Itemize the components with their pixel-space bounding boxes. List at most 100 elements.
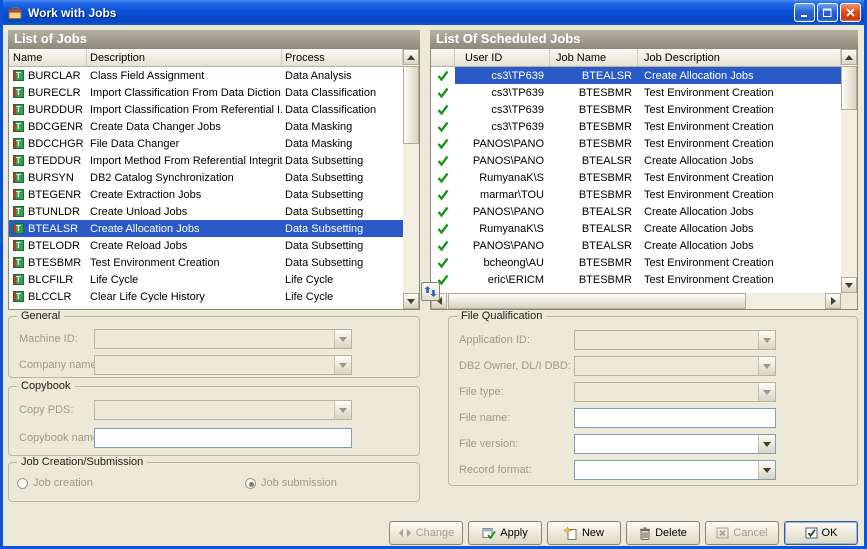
column-header-user-id[interactable]: User ID [455, 49, 550, 66]
scheduled-job-row[interactable]: PANOS\PANO BTEALSR Create Allocation Job… [431, 237, 841, 254]
scheduled-job-row[interactable]: eric\ERICM BTESBMR Test Environment Crea… [431, 271, 841, 288]
job-type-icon: T [13, 291, 24, 302]
column-header-status[interactable] [431, 49, 455, 66]
copybook-name-input[interactable] [94, 428, 352, 448]
column-header-process[interactable]: Process [282, 49, 403, 66]
scheduled-job-name: BTEALSR [550, 220, 638, 237]
scheduled-job-description: Create Allocation Jobs [638, 203, 841, 220]
general-group-title: General [17, 310, 64, 322]
job-row[interactable]: T BTELODR Create Reload Jobs Data Subset… [9, 237, 403, 254]
titlebar[interactable]: Work with Jobs [3, 0, 864, 25]
scroll-thumb[interactable] [448, 293, 746, 309]
column-header-job-name[interactable]: Job Name [550, 49, 638, 66]
close-button[interactable] [840, 3, 861, 22]
scroll-thumb[interactable] [403, 66, 419, 144]
scroll-right-button[interactable] [825, 293, 841, 309]
job-row[interactable]: T BDCGENR Create Data Changer Jobs Data … [9, 118, 403, 135]
dropdown-arrow-icon[interactable] [758, 461, 775, 479]
job-row[interactable]: T BLCCLR Clear Life Cycle History Life C… [9, 288, 403, 305]
apply-icon [482, 527, 496, 540]
scheduled-job-row[interactable]: cs3\TP639 BTESBMR Test Environment Creat… [431, 84, 841, 101]
column-header-name[interactable]: Name [9, 49, 87, 66]
scheduled-job-name: BTESBMR [550, 135, 638, 152]
job-row[interactable]: T BTESBMR Test Environment Creation Data… [9, 254, 403, 271]
job-name: BURSYN [28, 172, 74, 184]
job-process: Data Subsetting [282, 237, 403, 254]
delete-button[interactable]: Delete [626, 521, 700, 545]
scheduled-job-row[interactable]: PANOS\PANO BTEALSR Create Allocation Job… [431, 152, 841, 169]
copy-pds-label: Copy PDS: [19, 400, 73, 420]
new-button[interactable]: New [547, 521, 621, 545]
scheduled-job-row[interactable]: bcheong\AU BTESBMR Test Environment Crea… [431, 254, 841, 271]
job-row[interactable]: T BTUNLDR Create Unload Jobs Data Subset… [9, 203, 403, 220]
maximize-button[interactable] [817, 3, 838, 22]
job-row[interactable]: T BTEALSR Create Allocation Jobs Data Su… [9, 220, 403, 237]
job-row[interactable]: T BTEGENR Create Extraction Jobs Data Su… [9, 186, 403, 203]
column-header-description[interactable]: Description [87, 49, 282, 66]
scheduled-job-name: BTEALSR [550, 237, 638, 254]
scroll-up-button[interactable] [841, 49, 857, 65]
job-row[interactable]: T BURECLR Import Classification From Dat… [9, 84, 403, 101]
scheduled-job-row[interactable]: cs3\TP639 BTESBMR Test Environment Creat… [431, 118, 841, 135]
check-icon [437, 104, 449, 116]
scheduled-vertical-scrollbar[interactable] [841, 49, 857, 293]
window-title: Work with Jobs [28, 6, 116, 20]
file-version-combo[interactable] [574, 434, 776, 454]
job-description: Life Cycle [87, 271, 282, 288]
minimize-button[interactable] [794, 3, 815, 22]
job-name: BLCCLR [28, 291, 71, 303]
dropdown-arrow-icon [334, 330, 351, 348]
scheduled-job-description: Test Environment Creation [638, 101, 841, 118]
job-row[interactable]: T BTEDDUR Import Method From Referential… [9, 152, 403, 169]
scroll-down-button[interactable] [841, 277, 857, 293]
scroll-down-button[interactable] [403, 293, 419, 309]
scheduled-job-row[interactable]: cs3\TP639 BTESBMR Test Environment Creat… [431, 101, 841, 118]
job-process: Data Subsetting [282, 254, 403, 271]
transfer-job-button[interactable] [421, 282, 440, 301]
job-row[interactable]: T BURSYN DB2 Catalog Synchronization Dat… [9, 169, 403, 186]
job-row[interactable]: T BURDDUR Import Classification From Ref… [9, 101, 403, 118]
job-name: BDCCHGR [28, 138, 84, 150]
job-process: Data Subsetting [282, 186, 403, 203]
ok-button[interactable]: OK [784, 521, 858, 545]
jobs-vertical-scrollbar[interactable] [403, 49, 419, 309]
scheduled-user-id: cs3\TP639 [455, 118, 550, 135]
check-icon [437, 87, 449, 99]
job-process: Data Analysis [282, 67, 403, 84]
file-name-input[interactable] [574, 408, 776, 428]
job-name: BURDDUR [28, 104, 83, 116]
scheduled-user-id: eric\ERICM [455, 271, 550, 288]
job-type-icon: T [13, 223, 24, 234]
copybook-group-title: Copybook [17, 380, 75, 392]
scheduled-job-row[interactable]: PANOS\PANO BTEALSR Create Allocation Job… [431, 203, 841, 220]
file-qualification-group-title: File Qualification [457, 310, 546, 322]
scheduled-job-row[interactable]: cs3\TP639 BTEALSR Create Allocation Jobs [431, 67, 841, 84]
job-process: Data Subsetting [282, 152, 403, 169]
record-format-combo[interactable] [574, 460, 776, 480]
job-row[interactable]: T BDCCHGR File Data Changer Data Masking [9, 135, 403, 152]
scroll-up-button[interactable] [403, 49, 419, 65]
check-icon [437, 223, 449, 235]
job-type-icon: T [13, 240, 24, 251]
column-header-job-description[interactable]: Job Description [638, 49, 841, 66]
job-row[interactable]: T BLCFILR Life Cycle Life Cycle [9, 271, 403, 288]
job-description: Import Method From Referential Integrity [87, 152, 282, 169]
dropdown-arrow-icon[interactable] [758, 435, 775, 453]
job-type-icon: T [13, 87, 24, 98]
scheduled-horizontal-scrollbar[interactable] [431, 293, 841, 309]
scheduled-user-id: RumyanaK\S [455, 220, 550, 237]
scroll-thumb[interactable] [841, 66, 857, 110]
db2-owner-combo [574, 356, 776, 376]
job-row[interactable]: T BURCLAR Class Field Assignment Data An… [9, 67, 403, 84]
copy-pds-combo [94, 400, 352, 420]
db2-owner-label: DB2 Owner, DL/I DBD: [459, 356, 571, 376]
record-format-label: Record format: [459, 460, 532, 480]
apply-button[interactable]: Apply [468, 521, 542, 545]
scheduled-job-row[interactable]: RumyanaK\S BTESBMR Test Environment Crea… [431, 169, 841, 186]
job-type-icon: T [13, 274, 24, 285]
jobs-list-body: T BURCLAR Class Field Assignment Data An… [9, 67, 403, 305]
scheduled-job-row[interactable]: PANOS\PANO BTESBMR Test Environment Crea… [431, 135, 841, 152]
scheduled-job-row[interactable]: RumyanaK\S BTEALSR Create Allocation Job… [431, 220, 841, 237]
scheduled-jobs-column-headers: User ID Job Name Job Description [431, 49, 841, 67]
scheduled-job-row[interactable]: marmar\TOU BTESBMR Test Environment Crea… [431, 186, 841, 203]
